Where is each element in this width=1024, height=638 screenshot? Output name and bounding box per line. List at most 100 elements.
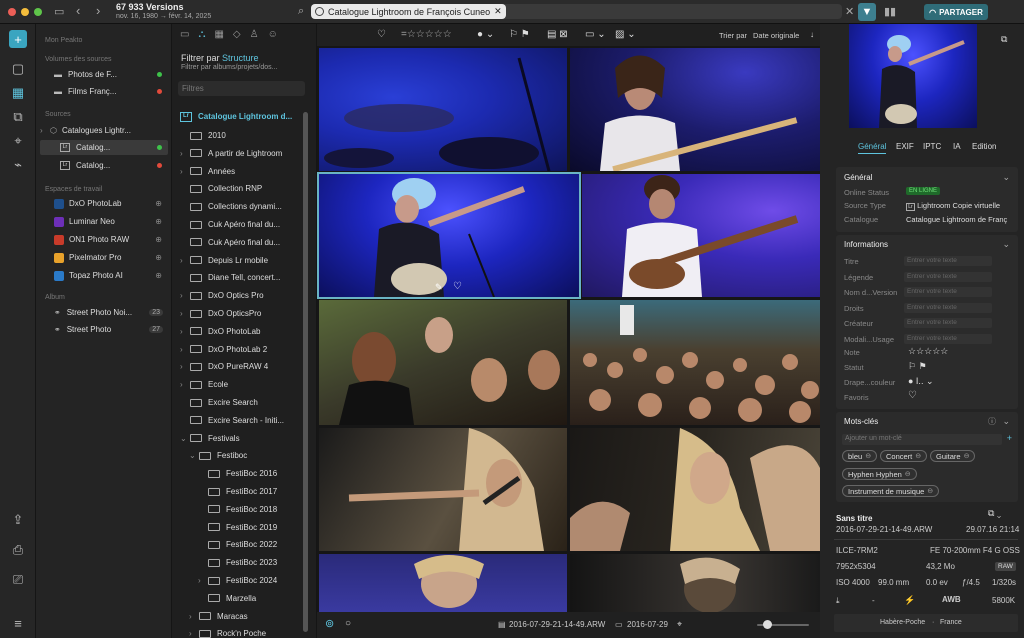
catalog-item[interactable]: Lr Catalog... [40, 140, 168, 155]
structure-item[interactable]: Cuk Apéro final du... [180, 216, 280, 233]
favorite-heart-icon[interactable]: ♡ [908, 390, 917, 401]
volume-item[interactable]: ▬ Photos de F... [40, 67, 168, 82]
structure-item[interactable]: › Ecole [180, 376, 228, 393]
photo-thumbnail[interactable] [570, 428, 820, 551]
edit-badge-icon[interactable]: ✎ [435, 282, 443, 293]
catalog-root[interactable]: Lr Catalogue Lightroom d... [180, 108, 292, 125]
stats-bars-icon[interactable]: ▮▮ [884, 5, 896, 18]
add-circle-icon[interactable]: ⊕ [155, 235, 162, 244]
info-circle-icon[interactable]: ⓘ [988, 416, 996, 427]
chevron-icon[interactable]: › [180, 291, 190, 300]
media-type-icon[interactable]: ▭ ⌄ [585, 29, 606, 40]
structure-item[interactable]: FestiBoc 2018 [198, 501, 277, 518]
chevron-icon[interactable]: › [180, 362, 190, 371]
filters-input[interactable]: Filtres [178, 81, 305, 96]
photo-thumbnail[interactable] [319, 48, 567, 171]
color-filter-icon[interactable]: ● ⌄ [477, 29, 494, 40]
structure-scrollbar[interactable] [303, 112, 308, 632]
map-icon[interactable]: ⌖ [677, 619, 682, 630]
info-field-input[interactable]: Entrer votre texte [904, 271, 992, 282]
single-view-icon[interactable]: ▢ [9, 60, 27, 78]
info-field-input[interactable]: Entrer votre texte [904, 333, 992, 344]
share-button[interactable]: ◠ PARTAGER [924, 4, 988, 20]
chip-close-icon[interactable]: ✕ [494, 6, 502, 17]
remove-keyword-icon[interactable]: ⊖ [865, 452, 871, 460]
collapse-keywords-icon[interactable]: ⌄ [1002, 416, 1010, 427]
chevron-icon[interactable]: › [198, 576, 208, 585]
chevron-icon[interactable]: ⌄ [180, 434, 190, 443]
album-item[interactable]: ⚭ Street Photo Noi... 23 [40, 305, 168, 320]
keyword-chip[interactable]: Hyphen Hyphen ⊖ [842, 468, 917, 480]
photo-thumbnail[interactable] [570, 48, 820, 171]
sort-value[interactable]: Date originale [753, 31, 799, 40]
chevron-icon[interactable]: › [180, 167, 190, 176]
duplicate-icon[interactable]: ⧉ ⌄ [988, 508, 1001, 519]
photo-thumbnail[interactable] [570, 554, 820, 612]
add-circle-icon[interactable]: ⊕ [155, 271, 162, 280]
structure-item[interactable]: Collections dynami... [180, 198, 282, 215]
inspector-tab-3[interactable]: IA [953, 142, 961, 151]
search-chip[interactable]: Catalogue Lightroom de François Cuneo ✕ [311, 4, 506, 19]
structure-item[interactable]: › DxO Optics Pro [180, 287, 264, 304]
structure-tab-icon[interactable]: ⛬ [198, 29, 205, 40]
grid-view-icon[interactable]: ▦ [9, 84, 27, 102]
add-circle-icon[interactable]: ⊕ [155, 199, 162, 208]
chevron-icon[interactable]: › [180, 380, 190, 389]
flag-filter-icon[interactable]: ⚐ ⚑ [509, 29, 530, 40]
zoom-slider-knob[interactable] [763, 620, 772, 629]
photo-thumbnail[interactable] [319, 554, 567, 612]
photo-thumbnail[interactable] [319, 300, 567, 425]
structure-item[interactable]: › FestiBoc 2024 [198, 572, 277, 589]
info-field-input[interactable]: Entrer votre texte [904, 287, 992, 297]
tag-tab-icon[interactable]: ◇ [233, 29, 241, 40]
keyword-chip[interactable]: Concert ⊖ [880, 450, 928, 462]
flag-icons[interactable]: ⚐ ⚑ [908, 361, 927, 372]
face-tab-icon[interactable]: ☺ [268, 29, 278, 40]
structure-item[interactable]: › Rock'n Poche [189, 625, 266, 638]
remove-keyword-icon[interactable]: ⊖ [927, 487, 933, 495]
compare-toggle-icon[interactable]: ⊚ [325, 617, 334, 630]
workspace-item[interactable]: Topaz Photo AI ⊕ [40, 268, 168, 283]
inspector-tab-1[interactable]: EXIF [896, 142, 914, 151]
keyword-chip[interactable]: bleu ⊖ [842, 450, 878, 462]
structure-item[interactable]: › Années [180, 163, 235, 180]
download-icon[interactable]: ⤓ [836, 596, 840, 606]
note-stars[interactable]: ☆☆☆☆☆ [908, 346, 948, 357]
chevron-icon[interactable]: › [189, 612, 199, 621]
structure-item[interactable]: Excire Search - Initi... [180, 412, 284, 429]
star-filter[interactable]: =☆☆☆☆☆ [401, 29, 452, 40]
chevron-icon[interactable]: › [180, 256, 190, 265]
folder-tab-icon[interactable]: ▭ [180, 29, 189, 40]
structure-item[interactable]: Collection RNP [180, 180, 262, 197]
chevron-icon[interactable]: › [180, 149, 190, 158]
structure-item[interactable]: Cuk Apéro final du... [180, 234, 280, 251]
zoom-window-button[interactable] [34, 8, 42, 16]
inspector-tab-4[interactable]: Edition [972, 142, 996, 151]
add-keyword-icon[interactable]: + [1007, 433, 1012, 443]
keyword-input[interactable]: Ajouter un mot-clé [842, 434, 1002, 445]
add-button[interactable]: + [9, 30, 27, 48]
filter-funnel-button[interactable]: ▼ [858, 3, 876, 21]
workspace-item[interactable]: ON1 Photo RAW ⊕ [40, 232, 168, 247]
structure-item[interactable]: ⌄ Festivals [180, 430, 240, 447]
structure-item[interactable]: › DxO OpticsPro [180, 305, 261, 322]
info-field-input[interactable]: Entrer votre texte [904, 302, 992, 313]
close-window-button[interactable] [8, 8, 16, 16]
minimize-window-button[interactable] [21, 8, 29, 16]
remove-keyword-icon[interactable]: ⊖ [905, 470, 911, 478]
structure-item[interactable]: FestiBoc 2022 [198, 536, 277, 553]
image-type-icon[interactable]: ▨ ⌄ [615, 29, 636, 40]
collapse-general-icon[interactable]: ⌄ [1002, 172, 1010, 183]
expand-preview-icon[interactable]: ⧉ [1001, 34, 1007, 45]
structure-item[interactable]: › Depuis Lr mobile [180, 252, 268, 269]
info-field-input[interactable]: Entrer votre texte [904, 256, 992, 266]
structure-item[interactable]: FestiBoc 2019 [198, 519, 277, 536]
add-circle-icon[interactable]: ⊕ [155, 217, 162, 226]
color-swatch-icon[interactable]: ● I.. ⌄ [908, 376, 933, 387]
collapse-info-icon[interactable]: ⌄ [1002, 239, 1010, 250]
sidebar-toggle-icon[interactable]: ▭ [54, 5, 64, 18]
map-view-icon[interactable]: ⌖ [9, 132, 27, 150]
chevron-icon[interactable]: › [180, 309, 190, 318]
inspector-tab-0[interactable]: Général [858, 142, 887, 154]
keyword-chip[interactable]: Guitare ⊖ [930, 450, 976, 462]
